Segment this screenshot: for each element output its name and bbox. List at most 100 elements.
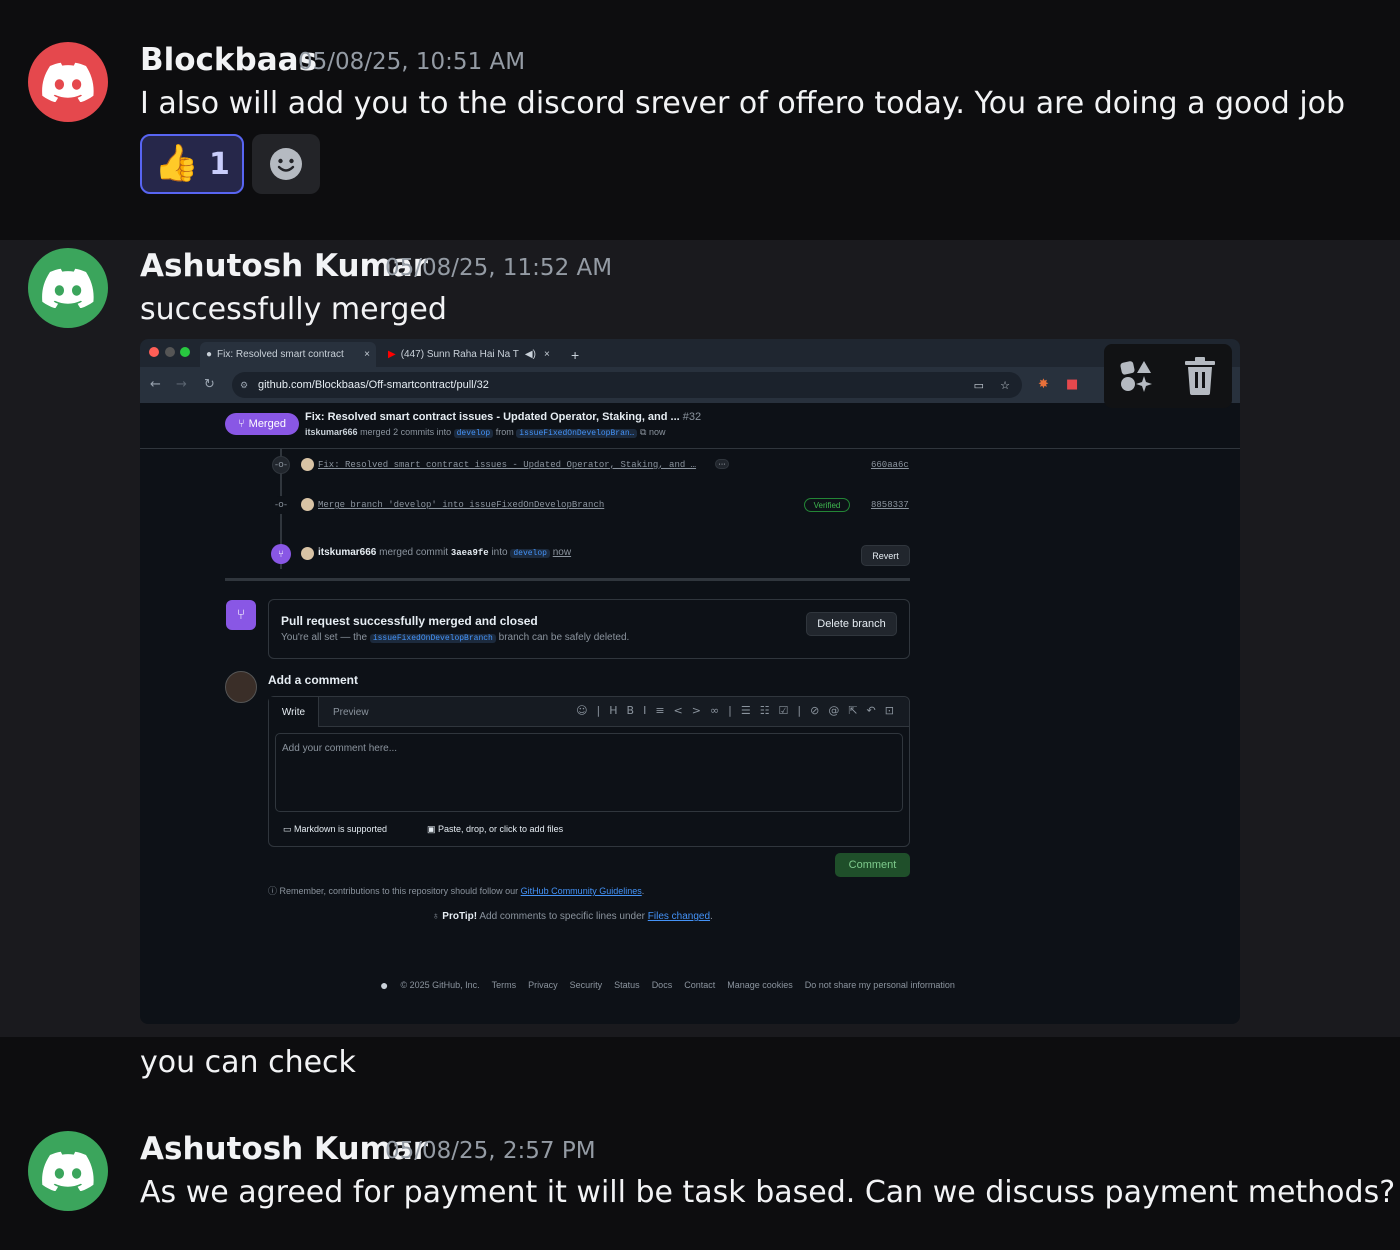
reload-icon[interactable]: ↻ [204, 377, 215, 392]
merge-time[interactable]: now [553, 547, 571, 558]
commit-message[interactable]: Merge branch 'develop' into issueFixedOn… [318, 500, 604, 510]
footer-link-privacy[interactable]: Privacy [528, 980, 558, 990]
comment-input[interactable]: Add your comment here... [275, 733, 903, 812]
extension-icon[interactable]: ✸ [1038, 377, 1049, 392]
info-icon: ⓘ [268, 886, 278, 896]
tab-title: (447) Sunn Raha Hai Na T [400, 349, 519, 360]
extension-lock-icon[interactable]: ■ [1066, 377, 1078, 392]
browser-tab-bar: ● Fix: Resolved smart contract × ▶ (447)… [140, 339, 1240, 367]
timestamp: 05/08/25, 11:52 AM [385, 255, 613, 281]
attach-note-text: Paste, drop, or click to add files [438, 824, 564, 834]
merge-into-text: into [491, 547, 508, 558]
markdown-note-text: Markdown is supported [294, 824, 388, 834]
base-branch[interactable]: develop [453, 429, 494, 438]
browser-address-bar: ← → ↻ ⚙ github.com/Blockbaas/Off-smartco… [140, 367, 1240, 403]
delete-trash-icon[interactable] [1182, 357, 1218, 395]
pr-title: Fix: Resolved smart contract issues - Up… [305, 411, 701, 423]
smiley-icon [270, 148, 302, 180]
pr-merged-text: merged 2 commits into [360, 427, 452, 437]
protip: ♁ ProTip! Add comments to specific lines… [432, 911, 713, 922]
head-branch[interactable]: issueFixedOnDevelopBranch [369, 634, 496, 643]
merge-icon: ⑂ [226, 600, 256, 630]
guidelines-text: Remember, contributions to this reposito… [279, 886, 519, 896]
footer-copyright: © 2025 GitHub, Inc. [400, 980, 480, 990]
commit-sha[interactable]: 660aa6c [871, 460, 909, 470]
guidelines-end: . [641, 886, 645, 896]
head-branch[interactable]: issueFixedOnDevelopBran… [516, 429, 638, 438]
new-tab-icon[interactable]: + [565, 342, 589, 367]
github-icon: ● [206, 349, 213, 360]
add-comment-heading: Add a comment [268, 673, 359, 687]
apps-icon[interactable] [1118, 358, 1154, 394]
guidelines-note: ⓘ Remember, contributions to this reposi… [268, 884, 644, 897]
maximize-window-dot[interactable] [180, 347, 190, 357]
discord-logo-icon [42, 268, 94, 308]
avatar[interactable] [301, 458, 314, 471]
screenshot-attachment[interactable]: ● Fix: Resolved smart contract × ▶ (447)… [140, 339, 1240, 1024]
merge-status-box: Pull request successfully merged and clo… [268, 599, 910, 659]
formatting-toolbar[interactable]: ☺|HBI≡<>∞|☰☷☑|⊘@⇱↶⊡ [576, 704, 903, 717]
avatar-blockbaas[interactable] [28, 42, 108, 122]
merge-branch[interactable]: develop [510, 549, 550, 558]
site-settings-icon[interactable]: ⚙ [240, 380, 248, 391]
merge-commit[interactable]: 3aea9fe [451, 548, 489, 558]
protip-label: ProTip! [442, 911, 478, 922]
comment-button[interactable]: Comment [835, 853, 910, 877]
footer-link-terms[interactable]: Terms [492, 980, 517, 990]
avatar-ashutosh[interactable] [28, 248, 108, 328]
browser-tab-github[interactable]: ● Fix: Resolved smart contract × [200, 342, 376, 367]
avatar[interactable] [301, 498, 314, 511]
footer-link-security[interactable]: Security [570, 980, 603, 990]
files-changed-link[interactable]: Files changed [648, 911, 710, 922]
close-tab-icon[interactable]: × [364, 349, 370, 360]
pr-status-text: Merged [248, 418, 286, 430]
guidelines-link[interactable]: GitHub Community Guidelines [521, 886, 642, 896]
minimize-window-dot[interactable] [165, 347, 175, 357]
tab-preview[interactable]: Preview [333, 697, 369, 727]
footer-link-status[interactable]: Status [614, 980, 640, 990]
commit-icon: -o- [272, 496, 290, 514]
delete-branch-button[interactable]: Delete branch [806, 612, 897, 636]
author-name[interactable]: Blockbaas [140, 42, 317, 78]
reaction-thumbs-up[interactable]: 👍 1 [140, 134, 244, 194]
close-tab-icon[interactable]: × [544, 349, 550, 360]
expand-commit-button[interactable]: ··· [715, 459, 729, 469]
verified-badge[interactable]: Verified [804, 498, 850, 512]
message-blockbaas: Blockbaas 05/08/25, 10:51 AM I also will… [0, 0, 1400, 240]
footer-link-cookies[interactable]: Manage cookies [727, 980, 793, 990]
footer-link-do-not-share[interactable]: Do not share my personal information [805, 980, 955, 990]
pr-from-text: from [495, 427, 514, 437]
github-footer: ● © 2025 GitHub, Inc. Terms Privacy Secu… [380, 977, 955, 993]
footer-link-docs[interactable]: Docs [652, 980, 673, 990]
install-icon[interactable]: ▭ [974, 379, 984, 392]
url-input[interactable]: ⚙ github.com/Blockbaas/Off-smartcontract… [232, 372, 1022, 398]
tab-write[interactable]: Write [269, 697, 319, 727]
avatar[interactable] [301, 547, 314, 560]
pr-author[interactable]: itskumar666 [305, 427, 358, 437]
add-reaction-button[interactable] [252, 134, 320, 194]
protip-text: Add comments to specific lines under [479, 911, 645, 922]
tab-title: Fix: Resolved smart contract [217, 349, 344, 360]
footer-link-contact[interactable]: Contact [684, 980, 715, 990]
merge-text: merged commit [379, 547, 449, 558]
bookmark-star-icon[interactable]: ☆ [1000, 379, 1010, 392]
avatar[interactable] [225, 671, 257, 703]
merge-status-title: Pull request successfully merged and clo… [281, 614, 538, 628]
markdown-note[interactable]: ▭ Markdown is supported [283, 824, 387, 835]
commit-sha[interactable]: 8858337 [871, 500, 909, 510]
timestamp: 05/08/25, 10:51 AM [298, 49, 526, 75]
merge-user[interactable]: itskumar666 [318, 547, 376, 558]
github-logo-icon[interactable]: ● [380, 977, 388, 993]
attach-files[interactable]: ▣ Paste, drop, or click to add files [427, 824, 563, 835]
back-icon[interactable]: ← [150, 377, 161, 392]
commit-message[interactable]: Fix: Resolved smart contract issues - Up… [318, 460, 696, 470]
avatar-ashutosh[interactable] [28, 1131, 108, 1211]
copy-icon[interactable]: ⧉ [640, 427, 646, 437]
merge-status-suffix: branch can be safely deleted. [498, 632, 630, 643]
audio-icon: ◀) [524, 349, 536, 360]
forward-icon[interactable]: → [176, 377, 187, 392]
close-window-dot[interactable] [149, 347, 159, 357]
revert-button[interactable]: Revert [861, 545, 910, 566]
reaction-count: 1 [208, 146, 230, 182]
browser-tab-youtube[interactable]: ▶ (447) Sunn Raha Hai Na T ◀) × [382, 342, 552, 367]
